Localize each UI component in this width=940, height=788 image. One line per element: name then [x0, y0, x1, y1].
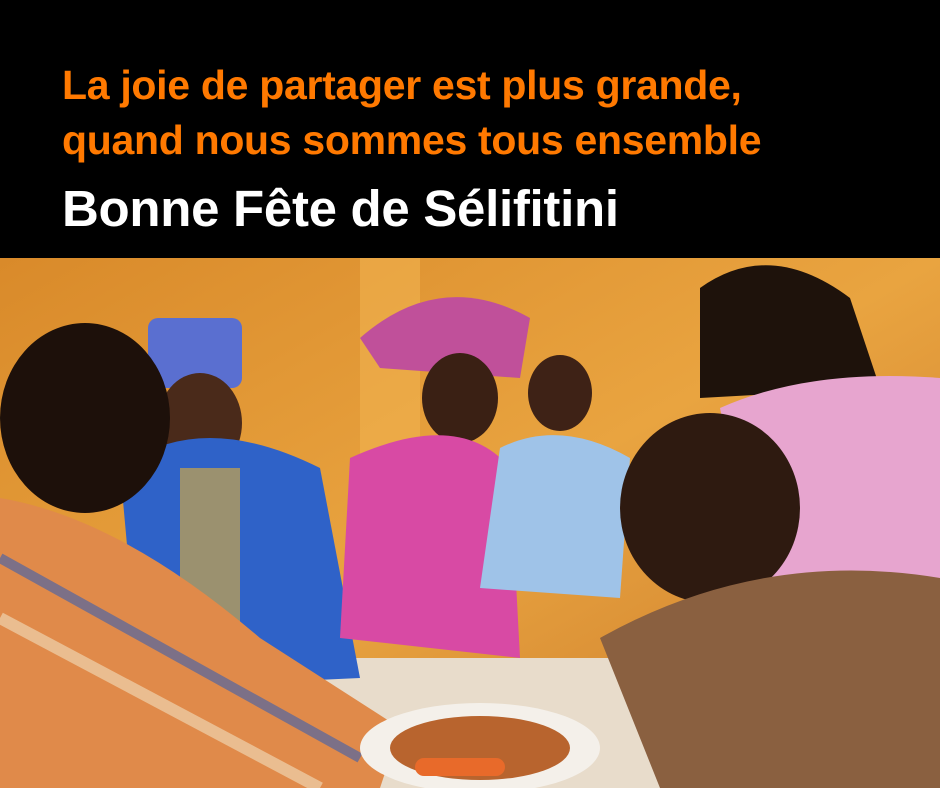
tagline: La joie de partager est plus grande, qua…	[62, 58, 762, 168]
woman-head	[422, 353, 498, 443]
man-head	[0, 323, 170, 513]
boy-head	[620, 413, 800, 603]
header-banner: La joie de partager est plus grande, qua…	[0, 0, 940, 258]
tagline-line-2: quand nous sommes tous ensemble	[62, 117, 762, 163]
photo-illustration	[0, 258, 940, 788]
child	[480, 435, 630, 598]
carrot	[415, 758, 505, 776]
child-head	[528, 355, 592, 431]
tagline-line-1: La joie de partager est plus grande,	[62, 62, 742, 108]
greeting-title: Bonne Fête de Sélifitini	[62, 180, 619, 237]
family-meal-photo	[0, 258, 940, 788]
